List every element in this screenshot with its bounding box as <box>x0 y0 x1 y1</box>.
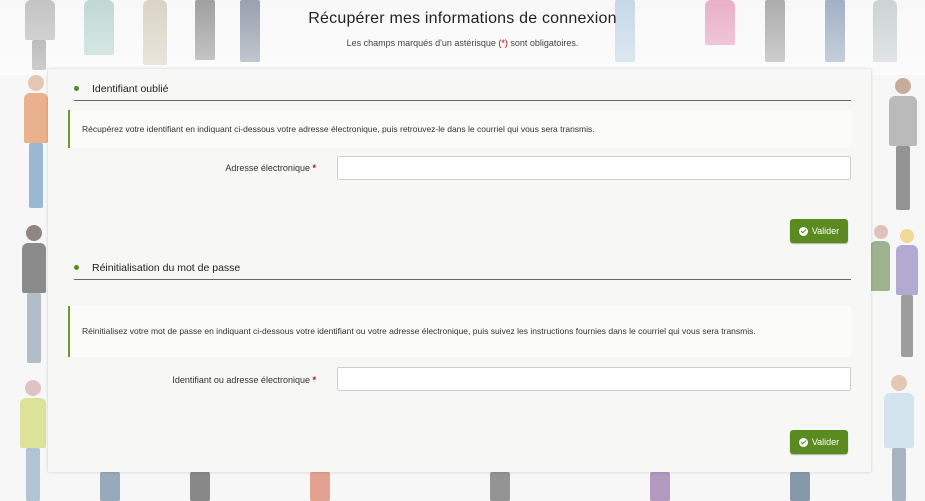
section-title-text: Identifiant oublié <box>92 83 169 95</box>
page-title: Récupérer mes informations de connexion <box>308 10 617 27</box>
field-label-text: Adresse électronique <box>225 163 310 173</box>
required-note-text-end: sont obligatoires. <box>507 38 579 48</box>
required-asterisk: * <box>312 375 316 385</box>
field-label-text: Identifiant ou adresse électronique <box>172 375 310 385</box>
email-input[interactable] <box>337 156 851 180</box>
required-note-text-start: Les champs marqués d'un astérisque <box>346 38 499 48</box>
validate-button-label: Valider <box>811 437 840 447</box>
validate-button-password-reset[interactable]: Valider <box>790 430 848 454</box>
info-box-password-reset: Réinitialisez votre mot de passe en indi… <box>68 306 851 357</box>
email-field-label: Adresse électronique * <box>128 163 316 173</box>
bullet-icon <box>74 265 79 270</box>
info-text: Récupérez votre identifiant en indiquant… <box>82 123 595 134</box>
identifier-input[interactable] <box>337 367 851 391</box>
required-note-star: (*) <box>498 38 508 48</box>
section-title-text: Réinitialisation du mot de passe <box>92 262 241 274</box>
section-title-password-reset: Réinitialisation du mot de passe <box>74 262 851 280</box>
validate-button-label: Valider <box>811 226 840 236</box>
info-box-forgotten-id: Récupérez votre identifiant en indiquant… <box>68 110 851 148</box>
identifier-field-label: Identifiant ou adresse électronique * <box>108 375 316 385</box>
check-circle-icon <box>798 226 808 236</box>
info-text: Réinitialisez votre mot de passe en indi… <box>82 326 756 336</box>
required-fields-note: Les champs marqués d'un astérisque (*) s… <box>0 38 925 48</box>
section-title-forgotten-id: Identifiant oublié <box>74 83 851 101</box>
required-asterisk: * <box>312 163 316 173</box>
page-header: Récupérer mes informations de connexion … <box>0 10 925 48</box>
check-circle-icon <box>798 437 808 447</box>
bullet-icon <box>74 86 79 91</box>
form-panel: Identifiant oublié Récupérez votre ident… <box>48 69 871 472</box>
validate-button-forgotten-id[interactable]: Valider <box>790 219 848 243</box>
